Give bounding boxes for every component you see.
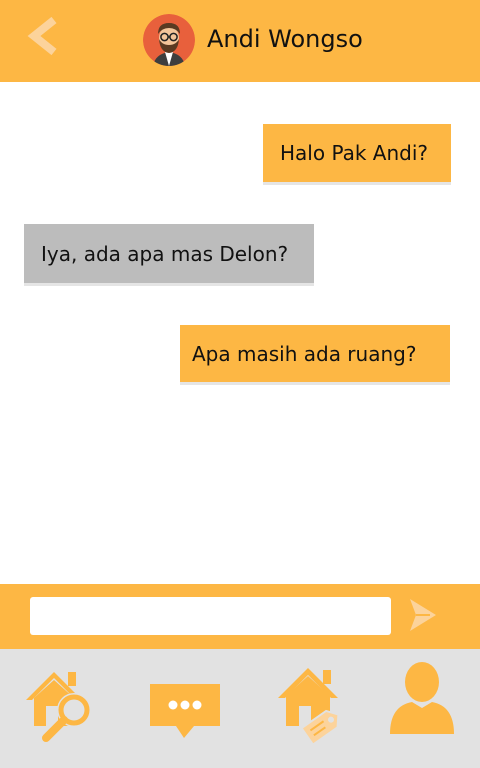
- send-button[interactable]: [406, 597, 438, 633]
- message-text: Iya, ada apa mas Delon?: [41, 241, 289, 266]
- send-arrow-icon: [410, 599, 436, 631]
- message-incoming: Iya, ada apa mas Delon?: [24, 224, 314, 283]
- chat-bubble-icon: [150, 684, 220, 738]
- house-tag-icon: [278, 668, 340, 746]
- message-outgoing: Halo Pak Andi?: [263, 124, 451, 182]
- nav-chat[interactable]: [148, 682, 222, 740]
- contact-name: Andi Wongso: [207, 25, 363, 53]
- avatar[interactable]: [143, 14, 195, 66]
- back-button[interactable]: [22, 14, 66, 62]
- message-outgoing: Apa masih ada ruang?: [180, 325, 450, 382]
- nav-listing[interactable]: [278, 664, 348, 750]
- house-search-icon: [26, 672, 91, 742]
- nav-search-home[interactable]: [24, 662, 102, 742]
- nav-profile[interactable]: [388, 660, 456, 736]
- message-text: Apa masih ada ruang?: [192, 341, 417, 366]
- user-icon: [390, 662, 454, 734]
- message-text: Halo Pak Andi?: [280, 141, 429, 165]
- chevron-left-icon: [27, 16, 57, 56]
- message-input[interactable]: [30, 597, 391, 635]
- bearded-man-avatar-icon: [143, 14, 195, 66]
